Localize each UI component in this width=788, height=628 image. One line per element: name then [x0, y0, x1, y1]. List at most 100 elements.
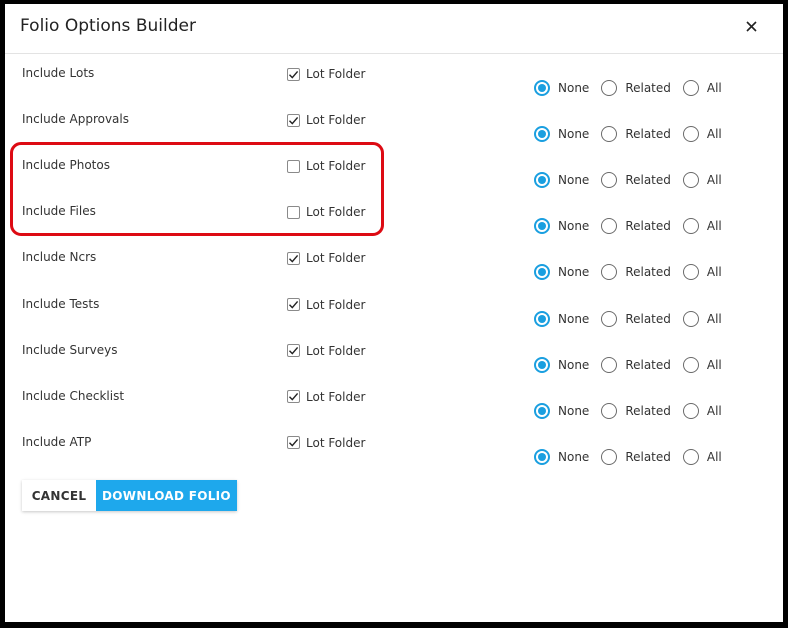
scope-radio-group: None Related All [534, 172, 722, 189]
radio-label: Related [625, 265, 671, 280]
radio-button-icon[interactable] [601, 448, 618, 465]
lot-folder-checkbox[interactable]: Lot Folder [287, 298, 365, 312]
radio-all[interactable]: All [682, 80, 722, 96]
radio-all[interactable]: All [682, 310, 722, 327]
radio-label: None [558, 311, 590, 326]
checkmark-icon [288, 433, 299, 452]
radio-button-icon[interactable] [601, 402, 618, 419]
radio-none[interactable]: None [534, 356, 589, 373]
radio-button-icon[interactable] [534, 218, 550, 235]
radio-all[interactable]: All [682, 402, 722, 419]
radio-button-icon[interactable] [601, 80, 618, 96]
radio-none[interactable]: None [534, 310, 590, 327]
checkbox-box[interactable] [287, 344, 300, 358]
lot-folder-checkbox[interactable]: Lot Folder [287, 113, 365, 127]
radio-label: All [706, 357, 722, 372]
radio-button-icon[interactable] [682, 218, 699, 235]
radio-button-icon[interactable] [601, 172, 618, 189]
checkmark-icon [288, 249, 299, 268]
radio-button-icon[interactable] [682, 356, 699, 373]
radio-label: None [558, 81, 590, 95]
download-folio-button[interactable]: DOWNLOAD FOLIO [96, 480, 237, 511]
radio-button-icon[interactable] [601, 126, 618, 143]
option-row-include-surveys: Include Surveys Lot Folder None Related All [5, 343, 783, 389]
radio-related[interactable]: Related [601, 172, 671, 189]
radio-button-icon[interactable] [682, 310, 699, 327]
radio-button-icon[interactable] [682, 126, 699, 143]
radio-button-icon[interactable] [534, 80, 550, 96]
radio-related[interactable]: Related [601, 126, 671, 143]
radio-none[interactable]: None [534, 80, 589, 96]
lot-folder-checkbox[interactable]: Lot Folder [287, 67, 365, 81]
close-icon [745, 17, 757, 36]
lot-folder-checkbox[interactable]: Lot Folder [287, 344, 365, 358]
lot-folder-checkbox[interactable]: Lot Folder [287, 436, 365, 450]
checkbox-box[interactable] [287, 433, 300, 452]
radio-button-icon[interactable] [534, 402, 550, 419]
radio-label: None [558, 219, 590, 234]
option-row-include-files: Include Files Lot Folder None Related All [5, 204, 783, 250]
radio-all[interactable]: All [682, 448, 722, 465]
lot-folder-checkbox[interactable]: Lot Folder [287, 159, 365, 173]
radio-related[interactable]: Related [601, 218, 671, 235]
close-button[interactable] [741, 16, 761, 36]
radio-none[interactable]: None [534, 402, 590, 419]
option-label: Include Photos [22, 158, 110, 173]
radio-label: All [706, 81, 722, 95]
lot-folder-checkbox[interactable]: Lot Folder [287, 390, 365, 404]
checkbox-box[interactable] [287, 113, 300, 127]
radio-related[interactable]: Related [601, 356, 671, 373]
checkbox-box[interactable] [287, 249, 300, 268]
radio-label: None [558, 265, 590, 280]
radio-button-icon[interactable] [534, 264, 550, 281]
scope-radio-group: None Related All [534, 80, 722, 96]
radio-all[interactable]: All [682, 218, 722, 235]
radio-none[interactable]: None [534, 264, 590, 281]
radio-none[interactable]: None [534, 448, 589, 465]
radio-button-icon[interactable] [682, 264, 699, 281]
radio-none[interactable]: None [534, 218, 590, 235]
lot-folder-label: Lot Folder [306, 67, 366, 81]
radio-all[interactable]: All [682, 172, 722, 189]
lot-folder-checkbox[interactable]: Lot Folder [287, 205, 365, 219]
checkbox-box[interactable] [287, 205, 300, 219]
radio-all[interactable]: All [682, 356, 722, 373]
radio-none[interactable]: None [534, 172, 590, 189]
radio-button-icon[interactable] [534, 310, 550, 327]
radio-button-icon[interactable] [534, 172, 550, 189]
radio-label: None [558, 403, 590, 418]
radio-button-icon[interactable] [682, 80, 699, 96]
radio-label: None [558, 173, 590, 188]
checkbox-box[interactable] [287, 67, 300, 81]
radio-related[interactable]: Related [601, 402, 671, 419]
radio-button-icon[interactable] [601, 356, 618, 373]
radio-button-icon[interactable] [534, 448, 550, 465]
radio-all[interactable]: All [682, 264, 722, 281]
dialog-header: Folio Options Builder [5, 4, 783, 54]
checkbox-box[interactable] [287, 159, 300, 173]
radio-related[interactable]: Related [601, 310, 671, 327]
radio-button-icon[interactable] [682, 172, 699, 189]
cancel-button[interactable]: CANCEL [22, 480, 96, 511]
checkbox-box[interactable] [287, 390, 300, 404]
radio-label: None [558, 127, 590, 142]
radio-button-icon[interactable] [534, 126, 550, 143]
radio-related[interactable]: Related [601, 264, 671, 281]
radio-button-icon[interactable] [682, 448, 699, 465]
radio-button-icon[interactable] [601, 310, 618, 327]
radio-none[interactable]: None [534, 126, 590, 143]
radio-label: Related [625, 311, 671, 326]
radio-related[interactable]: Related [601, 80, 671, 96]
lot-folder-checkbox[interactable]: Lot Folder [287, 251, 365, 265]
lot-folder-label: Lot Folder [306, 113, 366, 128]
radio-button-icon[interactable] [534, 356, 550, 373]
option-label: Include ATP [22, 434, 92, 449]
radio-button-icon[interactable] [601, 264, 618, 281]
dialog-actions: CANCEL DOWNLOAD FOLIO [22, 480, 237, 511]
radio-all[interactable]: All [682, 126, 722, 143]
radio-related[interactable]: Related [601, 448, 671, 465]
radio-button-icon[interactable] [682, 402, 699, 419]
checkbox-box[interactable] [287, 298, 300, 311]
radio-button-icon[interactable] [601, 218, 618, 235]
option-label: Include Ncrs [22, 250, 97, 265]
